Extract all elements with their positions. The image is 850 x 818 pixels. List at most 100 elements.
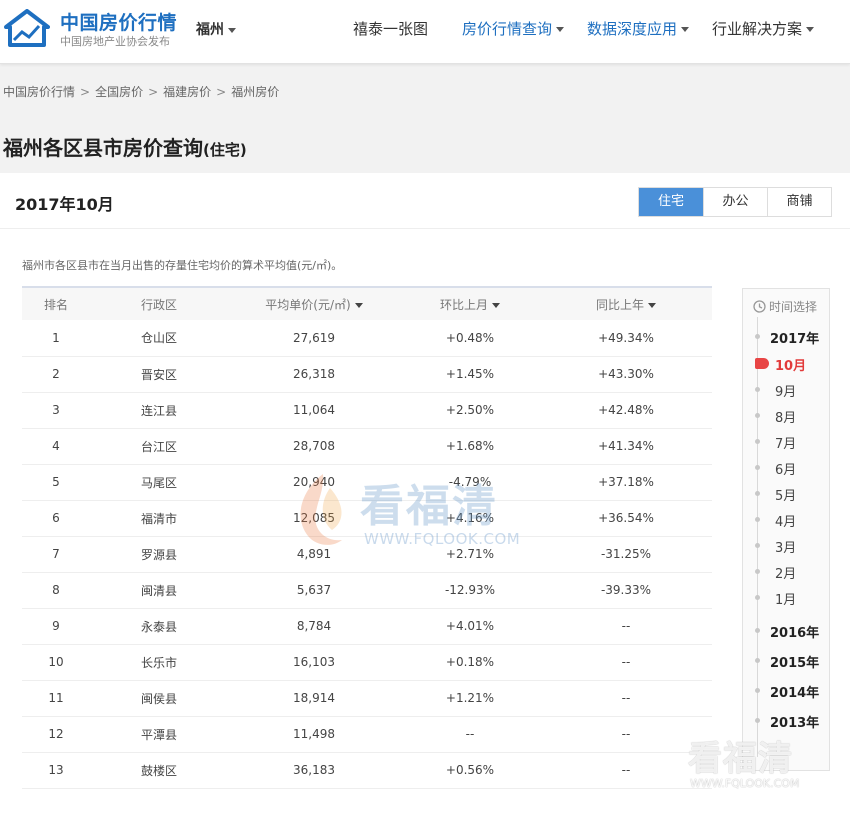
- mom-cell: -12.93%: [400, 572, 540, 609]
- timeline-year-label: 2013年: [770, 716, 820, 731]
- mom-cell: +0.18%: [400, 644, 540, 681]
- timeline-dot: [755, 688, 760, 693]
- yoy-cell: --: [540, 680, 712, 717]
- timeline-year[interactable]: 2017年: [743, 325, 829, 349]
- breadcrumb-separator: >: [216, 85, 227, 99]
- col-district: 行政区: [90, 287, 228, 320]
- timeline-month-label: 3月: [775, 541, 797, 556]
- timeline-month-label: 1月: [775, 593, 797, 608]
- rank-cell: 1: [22, 320, 90, 357]
- table-row: 9 永泰县 8,784 +4.01% --: [22, 608, 712, 645]
- city-selector[interactable]: 福州: [196, 19, 236, 39]
- district-price-table: 排名 行政区 平均单价(元/㎡) 环比上月 同比上年 1 仓山区 27,619 +0.…: [22, 286, 712, 789]
- timeline-year[interactable]: 2013年: [743, 709, 829, 733]
- timeline-dot: [755, 595, 760, 600]
- table-row: 1 仓山区 27,619 +0.48% +49.34%: [22, 320, 712, 357]
- district-cell[interactable]: 晋安区: [90, 356, 228, 393]
- timeline-month[interactable]: 6月: [743, 456, 829, 480]
- mom-cell: +1.68%: [400, 428, 540, 465]
- price-cell: 4,891: [228, 536, 400, 573]
- timeline-month-label: 6月: [775, 463, 797, 478]
- timeline-month-label: 7月: [775, 437, 797, 452]
- tab-office[interactable]: 办公: [703, 188, 767, 216]
- col-mom[interactable]: 环比上月: [400, 287, 540, 320]
- price-cell: 11,498: [228, 716, 400, 753]
- district-cell[interactable]: 长乐市: [90, 644, 228, 681]
- district-cell[interactable]: 连江县: [90, 392, 228, 429]
- district-cell[interactable]: 马尾区: [90, 464, 228, 501]
- price-cell: 12,085: [228, 500, 400, 537]
- nav-map-label: 禧泰一张图: [353, 20, 429, 38]
- district-cell[interactable]: 鼓楼区: [90, 752, 228, 789]
- breadcrumb-item[interactable]: 福州房价: [231, 85, 279, 99]
- city-selector-label: 福州: [196, 22, 224, 38]
- chevron-down-icon: [806, 27, 815, 32]
- district-cell[interactable]: 福清市: [90, 500, 228, 537]
- timeline-dot: [755, 334, 760, 339]
- table-row: 4 台江区 28,708 +1.68% +41.34%: [22, 428, 712, 465]
- page-title-text: 福州各区县市房价查询: [3, 136, 203, 160]
- nav-price-query[interactable]: 房价行情查询: [462, 18, 565, 39]
- timeline-year[interactable]: 2016年: [743, 619, 829, 643]
- price-cell: 28,708: [228, 428, 400, 465]
- col-yoy[interactable]: 同比上年: [540, 287, 712, 320]
- breadcrumb-item[interactable]: 全国房价: [95, 85, 143, 99]
- timeline-year[interactable]: 2014年: [743, 679, 829, 703]
- price-cell: 18,914: [228, 680, 400, 717]
- tab-shop[interactable]: 商铺: [767, 188, 831, 216]
- timeline-dot: [755, 543, 760, 548]
- timeline-month[interactable]: 9月: [743, 378, 829, 402]
- nav-industry-solutions[interactable]: 行业解决方案: [712, 18, 815, 39]
- page-title: 福州各区县市房价查询(住宅): [3, 132, 247, 161]
- table-row: 3 连江县 11,064 +2.50% +42.48%: [22, 392, 712, 429]
- logo-title[interactable]: 中国房价行情: [60, 8, 177, 35]
- col-mom-label: 环比上月: [439, 297, 488, 312]
- district-cell[interactable]: 平潭县: [90, 716, 228, 753]
- sort-down-icon: [354, 302, 363, 308]
- breadcrumb-separator: >: [80, 85, 91, 99]
- rank-cell: 12: [22, 716, 90, 753]
- timeline-month[interactable]: 5月: [743, 482, 829, 506]
- col-avg-price[interactable]: 平均单价(元/㎡): [228, 287, 400, 320]
- rank-cell: 5: [22, 464, 90, 501]
- nav-map[interactable]: 禧泰一张图: [353, 18, 428, 39]
- district-cell[interactable]: 仓山区: [90, 320, 228, 357]
- timeline-dot: [755, 491, 760, 496]
- nav-price-query-label: 房价行情查询: [462, 20, 553, 38]
- district-cell[interactable]: 台江区: [90, 428, 228, 465]
- yoy-cell: --: [540, 716, 712, 753]
- nav-data-applications[interactable]: 数据深度应用: [587, 18, 690, 39]
- breadcrumb-item[interactable]: 中国房价行情: [3, 85, 75, 99]
- timeline-month[interactable]: 8月: [743, 404, 829, 428]
- timeline-year[interactable]: 2015年: [743, 649, 829, 673]
- timeline-dot: [755, 413, 760, 418]
- timeline-month[interactable]: 7月: [743, 430, 829, 454]
- yoy-cell: +36.54%: [540, 500, 712, 537]
- timeline-month-label: 9月: [775, 385, 797, 400]
- tab-residential[interactable]: 住宅: [639, 188, 703, 216]
- rank-cell: 6: [22, 500, 90, 537]
- timeline-month[interactable]: 4月: [743, 508, 829, 532]
- timeline-month[interactable]: 1月: [743, 586, 829, 610]
- table-row: 6 福清市 12,085 +4.16% +36.54%: [22, 500, 712, 537]
- house-chart-icon[interactable]: [4, 9, 50, 47]
- timeline-month[interactable]: 2月: [743, 560, 829, 584]
- rank-cell: 10: [22, 644, 90, 681]
- time-selector: 时间选择 2017年 10月 9月 8月 7月 6月 5月 4月 3月 2月 1月 2016年 2015…: [742, 288, 830, 771]
- rank-cell: 3: [22, 392, 90, 429]
- price-cell: 20,940: [228, 464, 400, 501]
- district-cell[interactable]: 闽侯县: [90, 680, 228, 717]
- district-cell[interactable]: 罗源县: [90, 536, 228, 573]
- breadcrumb-item[interactable]: 福建房价: [163, 85, 211, 99]
- mom-cell: +0.56%: [400, 752, 540, 789]
- timeline-month[interactable]: 10月: [743, 352, 829, 376]
- timeline-year-label: 2017年: [770, 332, 820, 347]
- timeline-month[interactable]: 3月: [743, 534, 829, 558]
- district-cell[interactable]: 永泰县: [90, 608, 228, 645]
- nav-industry-solutions-label: 行业解决方案: [712, 20, 803, 38]
- price-cell: 5,637: [228, 572, 400, 609]
- district-cell[interactable]: 闽清县: [90, 572, 228, 609]
- price-cell: 11,064: [228, 392, 400, 429]
- logo-subtitle: 中国房地产业协会发布: [60, 35, 170, 48]
- mom-cell: +1.45%: [400, 356, 540, 393]
